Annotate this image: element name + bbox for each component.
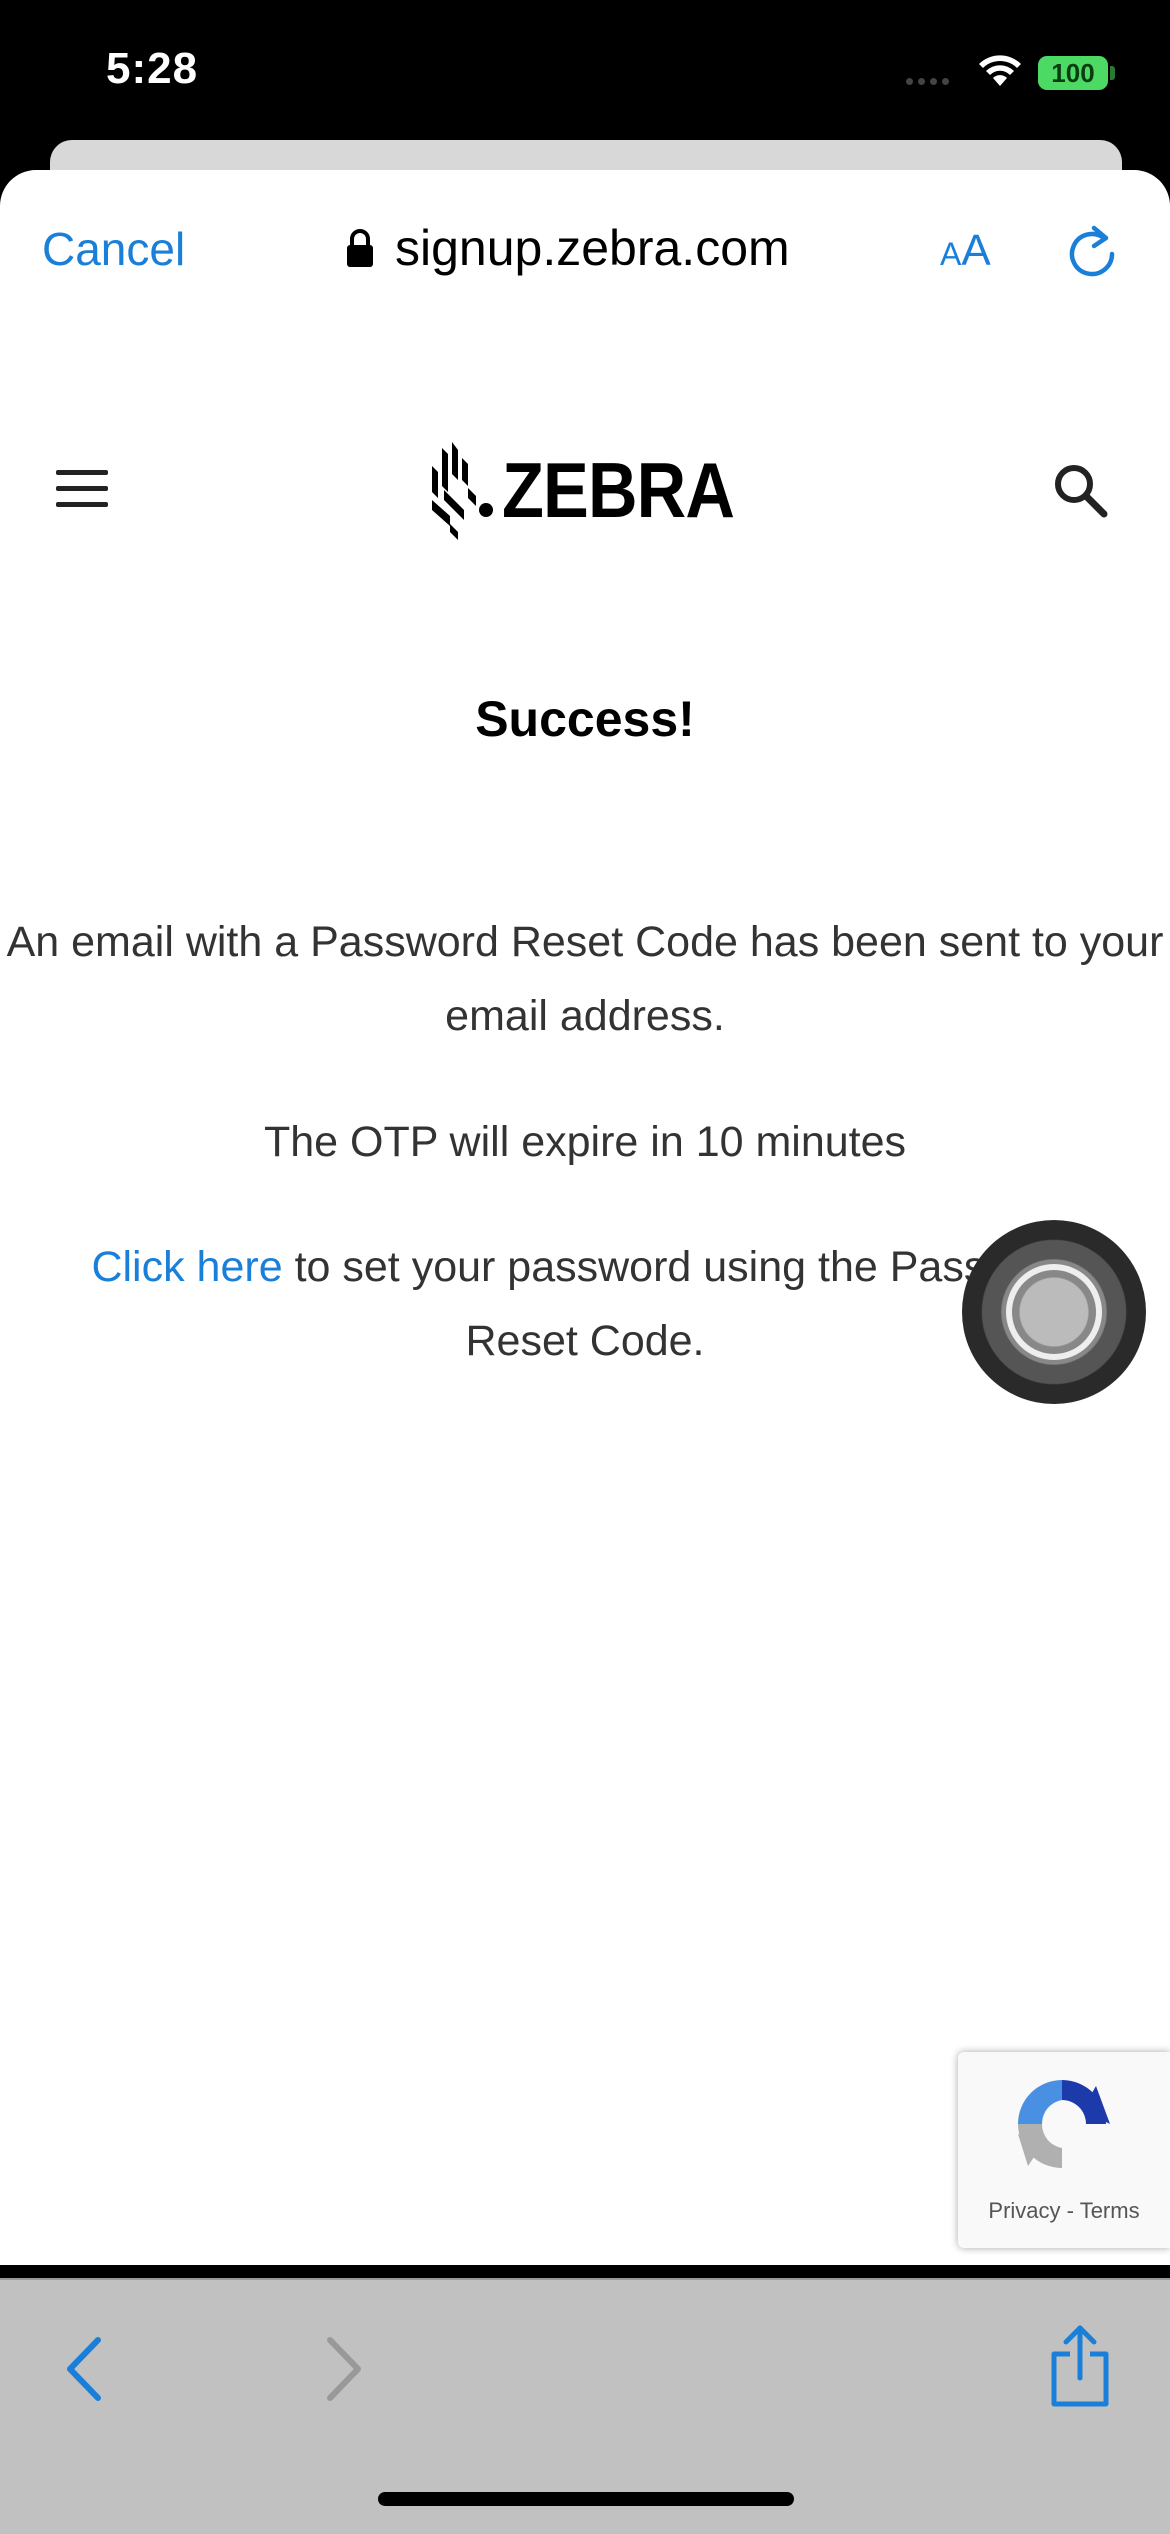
- battery-tip: [1110, 66, 1115, 80]
- battery-icon: 100: [1038, 56, 1108, 90]
- share-icon[interactable]: [1048, 2324, 1112, 2408]
- safari-nav-bar: Cancel signup.zebra.com AA: [0, 170, 1170, 340]
- recaptcha-links: Privacy - Terms: [958, 2198, 1170, 2224]
- recaptcha-badge[interactable]: Privacy - Terms: [958, 2052, 1170, 2248]
- brand-name: ZEBRA: [502, 445, 735, 534]
- recaptcha-icon: [1018, 2080, 1110, 2168]
- back-arrow-icon[interactable]: [60, 2334, 110, 2404]
- confirmation-message: An email with a Password Reset Code has …: [6, 918, 1164, 1040]
- zebra-logo[interactable]: ZEBRA: [428, 440, 766, 540]
- privacy-link[interactable]: Privacy: [988, 2198, 1060, 2223]
- menu-icon[interactable]: [56, 470, 108, 508]
- reset-link-suffix: to set your password using the Password …: [282, 1243, 1079, 1365]
- browser-sheet: Cancel signup.zebra.com AA ZEBRA Success…: [0, 170, 1170, 2265]
- lock-icon: [347, 229, 373, 267]
- home-indicator: [378, 2492, 794, 2506]
- cancel-button[interactable]: Cancel: [42, 222, 185, 276]
- bottom-toolbar: [0, 2278, 1170, 2534]
- url-bar[interactable]: signup.zebra.com: [345, 218, 790, 278]
- url-text: signup.zebra.com: [395, 220, 790, 276]
- forward-arrow-icon[interactable]: [318, 2334, 368, 2404]
- search-icon[interactable]: [1050, 460, 1110, 520]
- assistive-touch-button[interactable]: [962, 1220, 1146, 1404]
- text-size-button[interactable]: AA: [940, 226, 991, 276]
- site-header: ZEBRA: [0, 420, 1170, 560]
- click-here-link[interactable]: Click here: [91, 1243, 282, 1291]
- terms-link[interactable]: Terms: [1080, 2198, 1140, 2223]
- wifi-icon: [979, 55, 1021, 86]
- status-time: 5:28: [106, 44, 199, 93]
- zebra-head-icon: [432, 442, 493, 540]
- otp-notice: The OTP will expire in 10 minutes: [263, 1118, 907, 1166]
- link-separator: -: [1060, 2198, 1080, 2223]
- reload-icon[interactable]: [1064, 224, 1120, 280]
- page-title: Success!: [475, 691, 695, 747]
- cellular-signal-icon: [906, 72, 954, 90]
- status-bar: 5:28 100: [0, 0, 1170, 150]
